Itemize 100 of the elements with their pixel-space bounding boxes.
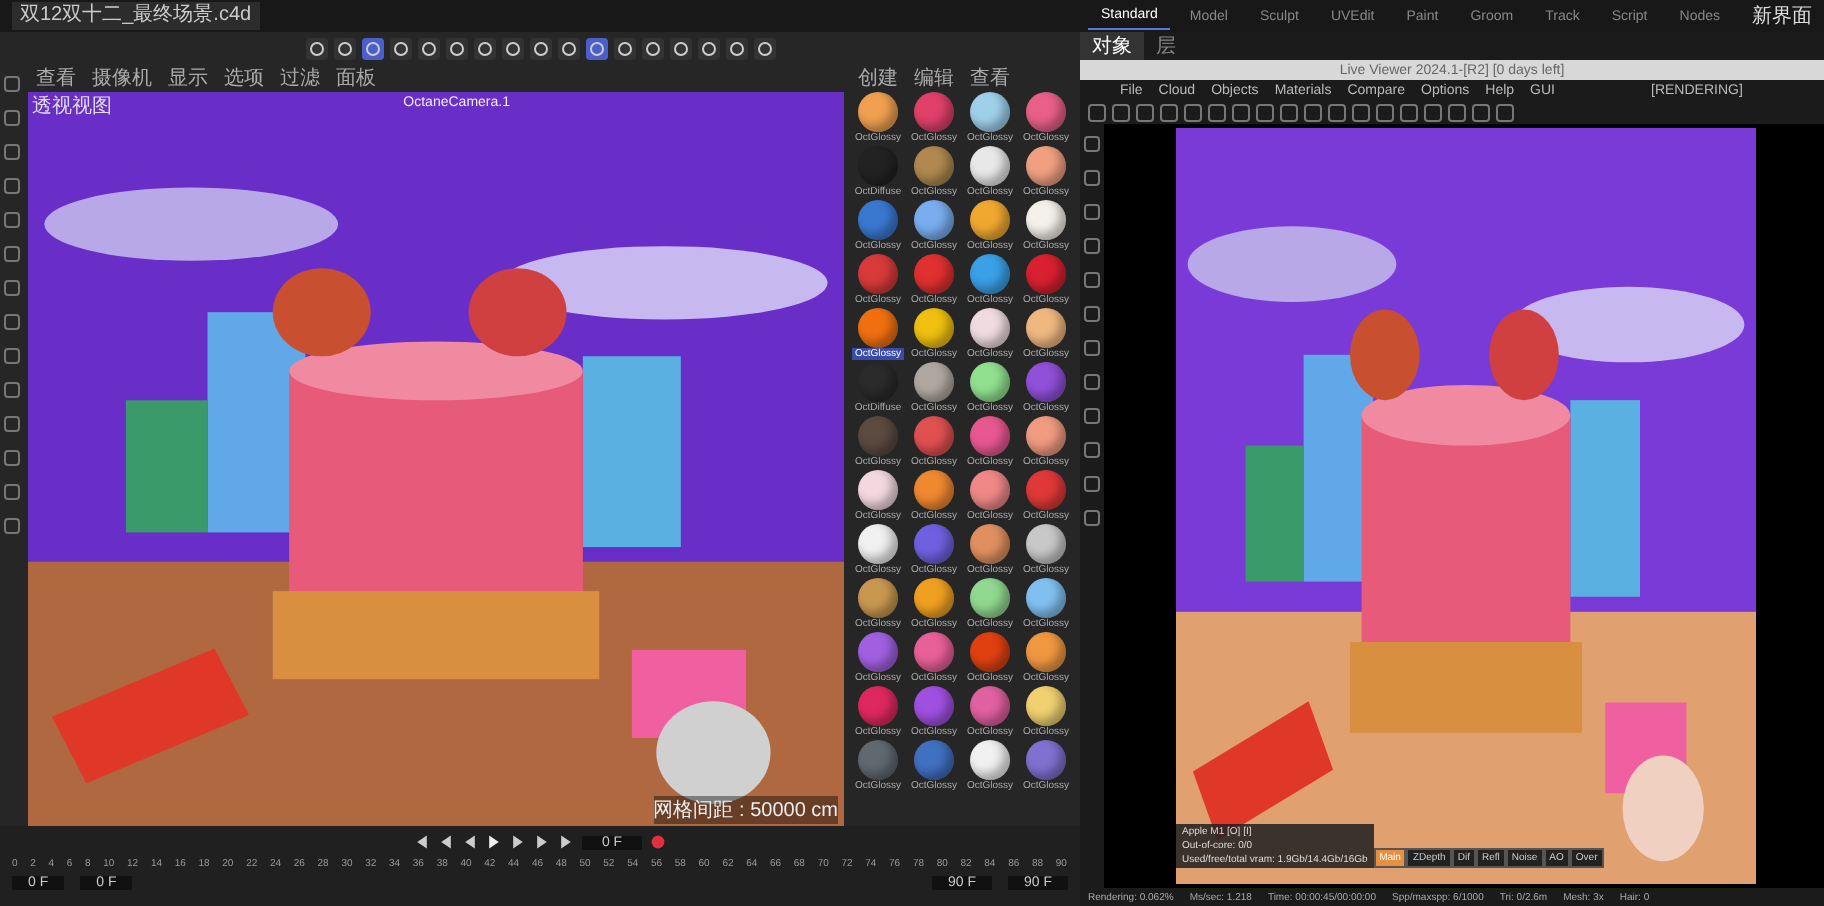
toolbar-button[interactable] <box>333 37 355 59</box>
material-preview[interactable] <box>970 308 1010 348</box>
circle-icon <box>701 41 715 55</box>
tool-icon[interactable] <box>4 518 20 534</box>
circle-icon <box>505 41 519 55</box>
tool-icon[interactable] <box>4 348 20 364</box>
material-preview[interactable] <box>970 470 1010 510</box>
toolbar-button[interactable] <box>305 37 327 59</box>
menu-item[interactable]: 显示 <box>168 64 208 92</box>
tool-icon[interactable] <box>4 178 20 194</box>
material-preview[interactable] <box>1026 416 1066 456</box>
tool-icon[interactable] <box>1084 306 1100 322</box>
circle-icon <box>477 41 491 55</box>
menu-item[interactable]: 创建 <box>858 64 898 92</box>
material-preview[interactable] <box>1026 146 1066 186</box>
material-preview[interactable] <box>1026 578 1066 618</box>
material-preview[interactable] <box>914 200 954 240</box>
toolbar-button[interactable] <box>389 37 411 59</box>
material-preview[interactable] <box>1026 632 1066 672</box>
toolbar-button[interactable] <box>669 37 691 59</box>
menu-item[interactable]: 面板 <box>336 64 376 92</box>
material-preview[interactable] <box>914 578 954 618</box>
material-preview[interactable] <box>970 200 1010 240</box>
circle-icon <box>449 41 463 55</box>
panel-tab[interactable]: 对象 <box>1080 32 1144 60</box>
tool-icon[interactable] <box>4 416 20 432</box>
menu-item[interactable]: 摄像机 <box>92 64 152 92</box>
circle-icon <box>617 41 631 55</box>
tool-icon[interactable] <box>1084 408 1100 424</box>
tool-icon[interactable] <box>4 382 20 398</box>
toolbar-button[interactable] <box>361 37 383 59</box>
toolbar-button[interactable] <box>697 37 719 59</box>
material-preview[interactable] <box>970 362 1010 402</box>
material-preview[interactable] <box>970 578 1010 618</box>
layout-label[interactable]: 新界面 <box>1752 2 1812 30</box>
tool-icon[interactable] <box>4 144 20 160</box>
tool-icon[interactable] <box>1084 374 1100 390</box>
toolbar-button[interactable] <box>613 37 635 59</box>
circle-icon <box>673 41 687 55</box>
tool-icon[interactable] <box>1084 204 1100 220</box>
tool-icon[interactable] <box>4 110 20 126</box>
tool-icon[interactable] <box>4 280 20 296</box>
circle-icon <box>393 41 407 55</box>
toolbar-button[interactable] <box>641 37 663 59</box>
tool-icon[interactable] <box>4 212 20 228</box>
material-preview[interactable] <box>914 470 954 510</box>
circle-icon <box>561 41 575 55</box>
toolbar-button[interactable] <box>529 37 551 59</box>
material-preview[interactable] <box>858 578 898 618</box>
material-preview[interactable] <box>1026 308 1066 348</box>
tool-icon[interactable] <box>4 314 20 330</box>
grid-spacing-label: 网格间距 : 50000 cm <box>653 796 838 824</box>
circle-icon <box>645 41 659 55</box>
toolbar-button[interactable] <box>557 37 579 59</box>
tool-icon[interactable] <box>4 484 20 500</box>
tool-icon[interactable] <box>4 246 20 262</box>
tool-icon[interactable] <box>1084 510 1100 526</box>
tool-icon[interactable] <box>4 450 20 466</box>
material-preview[interactable] <box>970 92 1010 132</box>
tool-icon[interactable] <box>1084 272 1100 288</box>
menu-item[interactable]: 查看 <box>36 64 76 92</box>
toolbar-button[interactable] <box>473 37 495 59</box>
toolbar-button[interactable] <box>417 37 439 59</box>
play-icon[interactable] <box>485 834 502 850</box>
material-preview[interactable] <box>1026 200 1066 240</box>
material-preview[interactable] <box>858 470 898 510</box>
circle-icon <box>533 41 547 55</box>
menu-item[interactable]: 过滤 <box>280 64 320 92</box>
tool-icon[interactable] <box>1084 340 1100 356</box>
record-icon[interactable] <box>650 834 667 850</box>
circle-icon <box>309 41 323 55</box>
menu-item[interactable]: 编辑 <box>914 64 954 92</box>
circle-icon <box>589 41 603 55</box>
toolbar-button[interactable] <box>501 37 523 59</box>
material-preview[interactable] <box>970 146 1010 186</box>
toolbar-button[interactable] <box>585 37 607 59</box>
circle-icon <box>365 41 379 55</box>
panel-tab[interactable]: 层 <box>1144 32 1188 60</box>
material-preview[interactable] <box>1026 524 1066 564</box>
material-preview[interactable] <box>970 254 1010 294</box>
tool-icon[interactable] <box>1084 476 1100 492</box>
material-preview[interactable] <box>914 308 954 348</box>
toolbar-button[interactable] <box>753 37 775 59</box>
toolbar-button[interactable] <box>725 37 747 59</box>
material-preview[interactable] <box>970 524 1010 564</box>
tool-icon[interactable] <box>1084 442 1100 458</box>
material-preview[interactable] <box>914 362 954 402</box>
tool-icon[interactable] <box>1084 238 1100 254</box>
menu-item[interactable]: 选项 <box>224 64 264 92</box>
viewport-title: 透视视图 <box>32 93 112 120</box>
material-preview[interactable] <box>1026 686 1066 726</box>
toolbar-button[interactable] <box>445 37 467 59</box>
material-preview[interactable] <box>858 92 898 132</box>
file-tab[interactable]: 双12双十二_最终场景.c4d <box>12 2 260 30</box>
circle-icon <box>757 41 771 55</box>
material-preview[interactable] <box>970 740 1010 780</box>
tool-icon[interactable] <box>1084 170 1100 186</box>
menu-item[interactable]: 查看 <box>970 64 1010 92</box>
tool-icon[interactable] <box>4 76 20 92</box>
material-preview[interactable] <box>858 524 898 564</box>
